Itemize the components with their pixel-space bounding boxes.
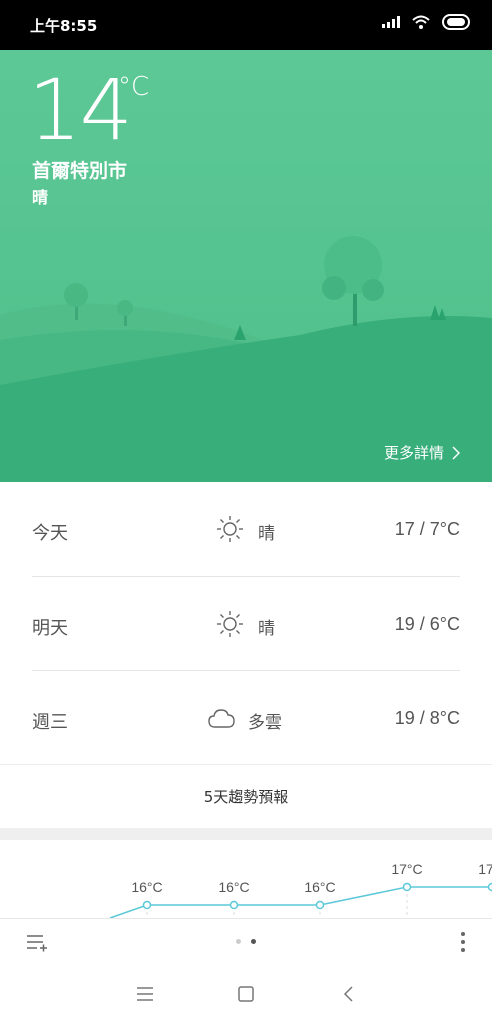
status-time: 上午8:55 bbox=[30, 17, 98, 35]
sun-icon bbox=[217, 611, 243, 637]
forecast-condition: 晴 bbox=[258, 524, 275, 544]
high-temp-point bbox=[487, 882, 492, 892]
page-dot-active bbox=[251, 939, 256, 944]
five-day-trend-button[interactable]: 5天趨勢預報 bbox=[0, 764, 492, 828]
page-dot-inactive bbox=[236, 939, 241, 944]
forecast-range: 19 / 6°C bbox=[394, 614, 460, 634]
add-city-icon[interactable] bbox=[26, 933, 48, 953]
forecast-row-wednesday[interactable]: 週三 多雲 19 / 8°C bbox=[0, 671, 492, 765]
high-temp-point bbox=[402, 882, 412, 892]
high-temp-point bbox=[315, 900, 325, 910]
temperature-unit: °C bbox=[118, 72, 150, 102]
forecast-day: 今天 bbox=[32, 523, 68, 544]
signal-icon bbox=[382, 16, 400, 28]
high-temp-label: 16°C bbox=[131, 879, 162, 895]
high-temp-label: 16°C bbox=[218, 879, 249, 895]
system-navigation-bar bbox=[0, 966, 492, 1024]
back-icon[interactable] bbox=[343, 986, 353, 1002]
forecast-range: 19 / 8°C bbox=[394, 708, 460, 728]
more-details-label: 更多詳情 bbox=[383, 444, 444, 462]
forecast-row-tomorrow[interactable]: 明天 晴 19 / 6°C bbox=[0, 577, 492, 671]
more-options-icon[interactable] bbox=[460, 931, 466, 953]
more-details-link[interactable]: 更多詳情 bbox=[384, 442, 460, 463]
forecast-row-today[interactable]: 今天 晴 17 / 7°C bbox=[0, 482, 492, 576]
page-indicator bbox=[236, 939, 256, 944]
home-icon[interactable] bbox=[238, 986, 254, 1002]
current-condition: 晴 bbox=[32, 188, 49, 207]
forecast-range: 17 / 7°C bbox=[394, 519, 460, 539]
battery-icon bbox=[442, 14, 470, 30]
forecast-condition: 多雲 bbox=[248, 713, 282, 733]
high-temp-label: 16°C bbox=[304, 879, 335, 895]
high-temp-label: 17 bbox=[478, 861, 492, 877]
chevron-right-icon bbox=[452, 445, 460, 460]
forecast-day: 明天 bbox=[32, 618, 68, 639]
forecast-day: 週三 bbox=[32, 712, 68, 733]
bottom-toolbar bbox=[0, 918, 492, 966]
high-temp-point bbox=[142, 900, 152, 910]
wifi-icon bbox=[412, 15, 430, 29]
trend-chart-svg: 16°C 16°C 16°C 17°C 17 bbox=[109, 861, 492, 918]
menu-icon[interactable] bbox=[137, 987, 153, 1001]
cloud-icon bbox=[208, 709, 235, 728]
status-bar: 上午8:55 bbox=[0, 0, 492, 50]
high-temp-label: 17°C bbox=[391, 861, 422, 877]
status-icons bbox=[382, 14, 472, 30]
high-temp-point bbox=[229, 900, 239, 910]
current-temperature: 14 bbox=[28, 61, 133, 159]
section-gap bbox=[0, 828, 492, 840]
sun-icon bbox=[217, 516, 243, 542]
high-temp-line bbox=[109, 886, 492, 918]
forecast-condition: 晴 bbox=[258, 619, 275, 639]
trend-chart[interactable]: 16°C 16°C 16°C 17°C 17 bbox=[0, 840, 492, 918]
city-name[interactable]: 首爾特別市 bbox=[32, 156, 127, 183]
